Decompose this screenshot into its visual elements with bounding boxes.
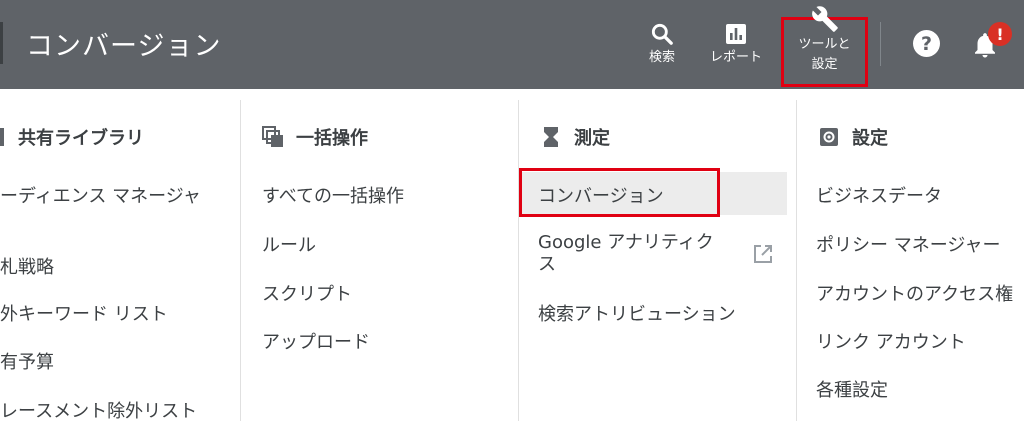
menu-item-audience-manager[interactable]: ーディエンス マネージャ: [0, 182, 201, 208]
library-icon: [0, 126, 6, 148]
menu-item-negative-keyword-lists[interactable]: 外キーワード リスト: [0, 300, 168, 326]
column-divider: [796, 100, 797, 421]
menu-item-placement-exclusion-lists[interactable]: レースメント除外リスト: [0, 397, 197, 423]
column-divider: [240, 100, 241, 421]
menu-item-shared-budgets[interactable]: 有予算: [0, 348, 54, 374]
menu-item-uploads[interactable]: アップロード: [262, 328, 370, 354]
measurement-heading: 測定: [540, 124, 610, 150]
help-icon[interactable]: ?: [913, 30, 940, 57]
menu-item-rules[interactable]: ルール: [262, 231, 316, 257]
menu-item-scripts[interactable]: スクリプト: [262, 280, 352, 306]
bulk-actions-title: 一括操作: [296, 128, 368, 149]
menu-item-preferences[interactable]: 各種設定: [816, 376, 888, 402]
hourglass-icon: [540, 126, 562, 148]
external-link-icon[interactable]: [752, 243, 774, 265]
menu-item-business-data[interactable]: ビジネスデータ: [816, 182, 942, 208]
wrench-icon: [811, 6, 839, 32]
layers-icon: [262, 126, 284, 148]
shared-library-title: 共有ライブラリ: [18, 128, 144, 149]
gear-icon: [818, 126, 840, 148]
search-button[interactable]: 検索: [640, 0, 684, 89]
menu-item-account-access[interactable]: アカウントのアクセス権: [816, 280, 1013, 306]
menu-item-all-bulk-actions[interactable]: すべての一括操作: [262, 182, 404, 208]
menu-item-search-attribution[interactable]: 検索アトリビューション: [538, 300, 736, 326]
reports-button[interactable]: レポート: [702, 0, 770, 89]
menu-item-policy-manager[interactable]: ポリシー マネージャー: [816, 231, 1000, 257]
menu-item-google-analytics[interactable]: Google アナリティク ス: [538, 232, 714, 276]
toolbar-divider: [880, 22, 881, 66]
search-label: 検索: [648, 50, 675, 65]
menu-item-google-analytics-line1: Google アナリティク: [538, 232, 714, 253]
page-title: コンバージョン: [26, 31, 222, 62]
topbar-edge-divider: [0, 22, 3, 64]
menu-item-linked-accounts[interactable]: リンク アカウント: [816, 328, 966, 354]
notification-badge: !: [988, 22, 1012, 46]
settings-title: 設定: [852, 128, 888, 149]
tools-label-line1: ツールと: [798, 37, 851, 52]
tools-label-line2: 設定: [811, 57, 838, 72]
menu-item-bid-strategies[interactable]: 札戦略: [0, 253, 54, 279]
bar-chart-icon: [724, 20, 748, 48]
column-divider: [518, 100, 519, 421]
search-icon: [649, 20, 675, 48]
reports-label: レポート: [709, 50, 762, 65]
settings-heading: 設定: [818, 124, 888, 150]
tools-and-settings-button[interactable]: ツールと 設定: [781, 6, 868, 87]
measurement-title: 測定: [574, 128, 610, 149]
bulk-actions-heading: 一括操作: [262, 124, 368, 150]
highlight-box: [519, 168, 720, 217]
top-bar: コンバージョン 検索 レポート ツールと 設定 ? !: [0, 0, 1024, 89]
shared-library-heading: 共有ライブラリ: [0, 124, 144, 150]
menu-item-google-analytics-line2: ス: [538, 254, 556, 275]
